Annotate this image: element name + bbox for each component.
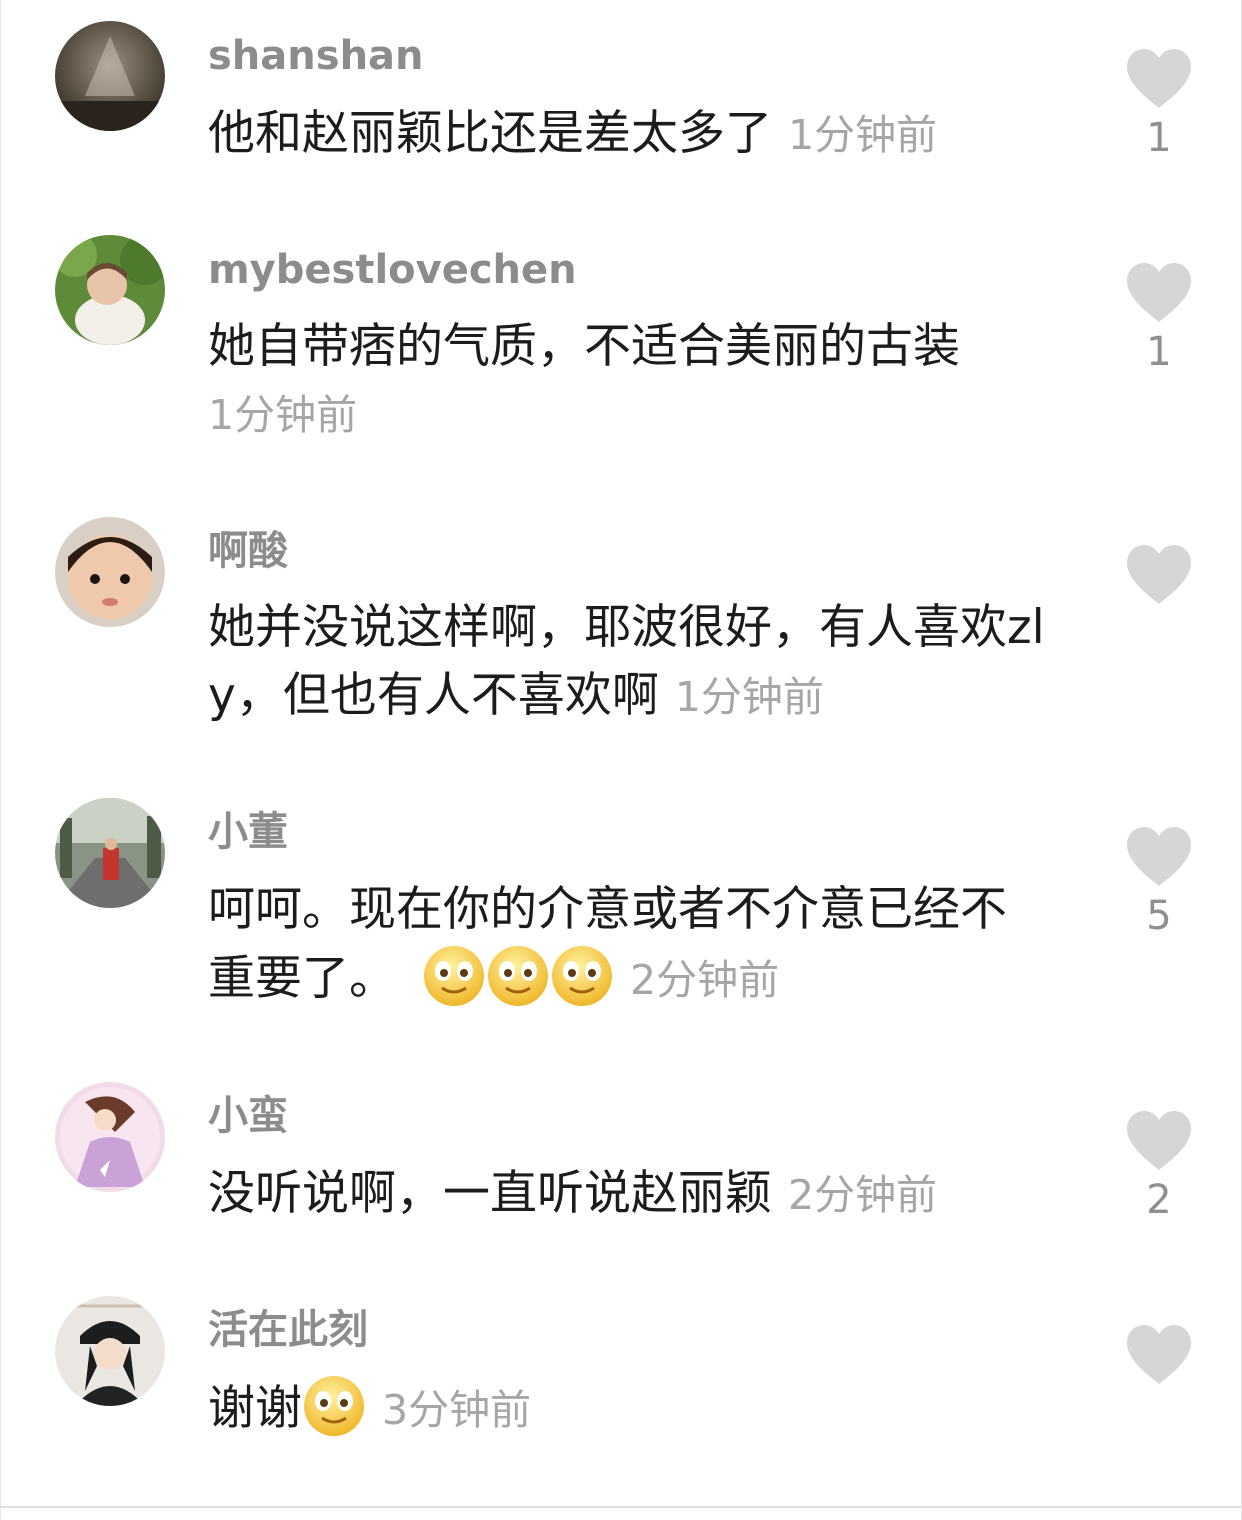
like-count: 1 — [1146, 115, 1172, 161]
smiling-face-emoji — [552, 946, 612, 1006]
timestamp: 1分钟前 — [788, 111, 938, 159]
like-control[interactable]: 2 — [1124, 1110, 1194, 1220]
avatar[interactable] — [55, 517, 165, 627]
like-count: 2 — [1146, 1177, 1172, 1223]
username[interactable]: 小蛮 — [208, 1096, 288, 1136]
avatar[interactable] — [55, 21, 165, 131]
avatar[interactable] — [55, 1296, 165, 1406]
username[interactable]: mybestlovechen — [208, 250, 577, 290]
heart-icon[interactable] — [1125, 826, 1193, 888]
comment-text: 没听说啊，一直听说赵丽颖 — [208, 1166, 772, 1221]
timestamp: 1分钟前 — [674, 673, 824, 721]
username[interactable]: 小董 — [208, 812, 288, 852]
like-control[interactable]: 1 — [1124, 48, 1194, 158]
comment-text: 她自带痞的气质，不适合美丽的古装 — [208, 319, 960, 374]
heart-icon[interactable] — [1125, 544, 1193, 606]
comment-body: 她并没说这样啊，耶波很好，有人喜欢zly，但也有人不喜欢啊 1分钟前 — [208, 594, 1048, 731]
like-count: 1 — [1146, 329, 1172, 375]
comment-text: 她并没说这样啊，耶波很好，有人喜欢zly，但也有人不喜欢啊 — [208, 600, 1045, 723]
timestamp: 2分钟前 — [630, 956, 780, 1004]
username[interactable]: 活在此刻 — [208, 1310, 368, 1350]
smiling-face-emoji — [304, 1376, 364, 1436]
timestamp: 3分钟前 — [382, 1386, 532, 1434]
avatar[interactable] — [55, 1082, 165, 1192]
avatar[interactable] — [55, 235, 165, 345]
heart-icon[interactable] — [1125, 48, 1193, 110]
timestamp: 2分钟前 — [788, 1171, 938, 1219]
heart-icon[interactable] — [1125, 262, 1193, 324]
comment-text: 谢谢 — [208, 1381, 302, 1436]
heart-icon[interactable] — [1125, 1324, 1193, 1386]
heart-icon[interactable] — [1125, 1110, 1193, 1172]
emoji-group — [422, 946, 614, 1006]
comment-text: 他和赵丽颖比还是差太多了 — [208, 106, 772, 161]
like-control[interactable]: 1 — [1124, 262, 1194, 372]
comment-body: 她自带痞的气质，不适合美丽的古装 1分钟前 — [208, 313, 1048, 449]
list-divider — [0, 1506, 1242, 1508]
like-control[interactable]: 5 — [1124, 826, 1194, 936]
like-control[interactable] — [1124, 544, 1194, 614]
timestamp: 1分钟前 — [208, 391, 358, 439]
comment-body: 他和赵丽颖比还是差太多了 1分钟前 — [208, 100, 1048, 169]
avatar[interactable] — [55, 798, 165, 908]
comment-body: 没听说啊，一直听说赵丽颖 2分钟前 — [208, 1160, 1048, 1229]
comment-body: 谢谢 3分钟前 — [208, 1374, 1048, 1444]
smiling-face-emoji — [488, 946, 548, 1006]
username[interactable]: 啊酸 — [208, 531, 288, 571]
username[interactable]: shanshan — [208, 36, 424, 76]
smiling-face-emoji — [424, 946, 484, 1006]
frame-border-left — [0, 0, 1, 1520]
like-control[interactable] — [1124, 1324, 1194, 1394]
like-count: 5 — [1146, 893, 1172, 939]
comment-body: 呵呵。现在你的介意或者不介意已经不重要了。 2分钟前 — [208, 876, 1048, 1014]
